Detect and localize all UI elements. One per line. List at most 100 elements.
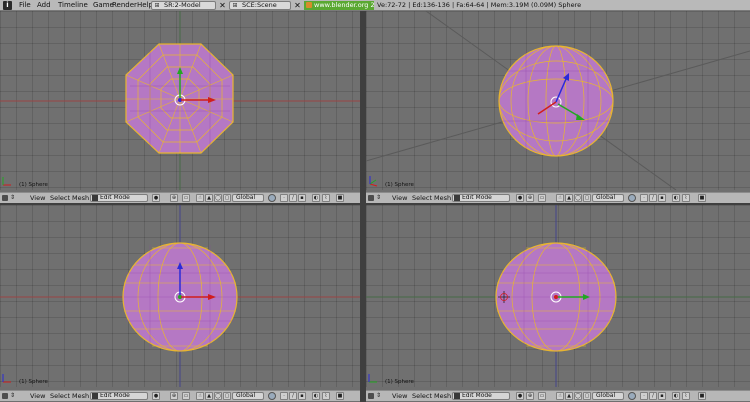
menu-select[interactable]: Select [50,194,70,203]
face-select-icon[interactable]: ▪ [658,194,666,202]
screen-selector[interactable]: ⊞ SR:2-Model [151,1,216,10]
occlude-icon[interactable]: ◐ [672,392,680,400]
occlude-icon[interactable]: ◐ [672,194,680,202]
edge-select-icon[interactable]: / [649,392,657,400]
manipulator-toggle-icon[interactable]: ☝ [196,392,204,400]
draw-type-icon[interactable]: ● [516,194,524,202]
vertex-select-icon[interactable]: · [640,392,648,400]
menu-select[interactable]: Select [412,392,432,401]
collapse-icon[interactable]: ⇕ [376,393,384,399]
mode-selector[interactable]: Edit Mode [452,392,510,400]
render-icon[interactable]: ■ [698,194,706,202]
pivot-icon[interactable]: ⊕ [526,392,534,400]
orientation-selector[interactable]: Global [592,392,624,400]
occlude-icon[interactable]: ◐ [312,392,320,400]
orientation-selector[interactable]: Global [232,392,264,400]
orientation-selector[interactable]: Global [592,194,624,202]
info-window-icon[interactable]: i [3,1,12,10]
menu-view[interactable]: View [30,194,45,203]
menu-view[interactable]: View [30,392,45,401]
translate-icon[interactable]: ▲ [205,392,213,400]
rotate-icon[interactable]: ◯ [214,194,222,202]
pivot-icon[interactable]: ⊕ [170,392,178,400]
collapse-icon[interactable]: ⇕ [10,393,18,399]
window-type-icon[interactable] [368,195,374,201]
render-icon[interactable]: ■ [336,392,344,400]
manipulator-toggle-icon[interactable]: ☝ [556,194,564,202]
menu-file[interactable]: File [19,1,31,10]
layers-icon[interactable]: ▭ [538,392,546,400]
layers-icon[interactable]: ▭ [182,194,190,202]
layers-icon[interactable]: ▭ [538,194,546,202]
viewport-top-left[interactable]: (1) Sphere [0,11,360,190]
menu-view[interactable]: View [392,392,407,401]
collapse-icon[interactable]: ⇕ [10,195,18,201]
translate-icon[interactable]: ▲ [205,194,213,202]
menu-render[interactable]: Render [112,1,137,10]
window-type-icon[interactable] [2,393,8,399]
viewport-divider-vertical[interactable] [360,11,366,402]
vertex-select-icon[interactable]: · [280,194,288,202]
vertex-select-icon[interactable]: · [640,194,648,202]
snap-icon[interactable]: ⌇ [322,392,330,400]
layers-icon[interactable]: ▭ [182,392,190,400]
menu-mesh[interactable]: Mesh [72,392,89,401]
scale-icon[interactable]: ▢ [223,392,231,400]
face-select-icon[interactable]: ▪ [298,194,306,202]
viewport-bottom-right[interactable]: (1) Sphere [366,205,750,387]
edge-select-icon[interactable]: / [649,194,657,202]
menu-mesh[interactable]: Mesh [434,194,451,203]
render-icon[interactable]: ■ [336,194,344,202]
scale-icon[interactable]: ▢ [583,194,591,202]
menu-select[interactable]: Select [412,194,432,203]
screen-delete-button[interactable]: ✕ [218,1,227,10]
draw-type-icon[interactable]: ● [152,392,160,400]
scene-delete-button[interactable]: ✕ [293,1,302,10]
snap-icon[interactable]: ⌇ [682,392,690,400]
proportional-edit-icon[interactable] [268,194,276,202]
rotate-icon[interactable]: ◯ [574,392,582,400]
draw-type-icon[interactable]: ● [152,194,160,202]
translate-icon[interactable]: ▲ [565,392,573,400]
mode-selector[interactable]: Edit Mode [90,194,148,202]
proportional-edit-icon[interactable] [628,194,636,202]
scale-icon[interactable]: ▢ [223,194,231,202]
rotate-icon[interactable]: ◯ [574,194,582,202]
face-select-icon[interactable]: ▪ [298,392,306,400]
proportional-edit-icon[interactable] [268,392,276,400]
orientation-selector[interactable]: Global [232,194,264,202]
menu-game[interactable]: Game [93,1,114,10]
draw-type-icon[interactable]: ● [516,392,524,400]
mode-selector[interactable]: Edit Mode [90,392,148,400]
menu-mesh[interactable]: Mesh [72,194,89,203]
render-icon[interactable]: ■ [698,392,706,400]
menu-view[interactable]: View [392,194,407,203]
rotate-icon[interactable]: ◯ [214,392,222,400]
scale-icon[interactable]: ▢ [583,392,591,400]
viewport-top-right[interactable]: (1) Sphere [366,11,750,190]
window-type-icon[interactable] [2,195,8,201]
edge-select-icon[interactable]: / [289,194,297,202]
menu-mesh[interactable]: Mesh [434,392,451,401]
proportional-edit-icon[interactable] [628,392,636,400]
manipulator-toggle-icon[interactable]: ☝ [196,194,204,202]
translate-icon[interactable]: ▲ [565,194,573,202]
edge-select-icon[interactable]: / [289,392,297,400]
manipulator-toggle-icon[interactable]: ☝ [556,392,564,400]
collapse-icon[interactable]: ⇕ [376,195,384,201]
mode-selector[interactable]: Edit Mode [452,194,510,202]
snap-icon[interactable]: ⌇ [322,194,330,202]
window-type-icon[interactable] [368,393,374,399]
blender-version-link[interactable]: www.blender.org 249.2 [304,1,374,10]
viewport-bottom-left[interactable]: (1) Sphere [0,205,360,387]
pivot-icon[interactable]: ⊕ [526,194,534,202]
snap-icon[interactable]: ⌇ [682,194,690,202]
menu-timeline[interactable]: Timeline [58,1,88,10]
viewport-divider-horizontal[interactable] [0,203,750,205]
vertex-select-icon[interactable]: · [280,392,288,400]
occlude-icon[interactable]: ◐ [312,194,320,202]
face-select-icon[interactable]: ▪ [658,392,666,400]
menu-select[interactable]: Select [50,392,70,401]
menu-add[interactable]: Add [37,1,51,10]
scene-selector[interactable]: ⊞ SCE:Scene [229,1,291,10]
